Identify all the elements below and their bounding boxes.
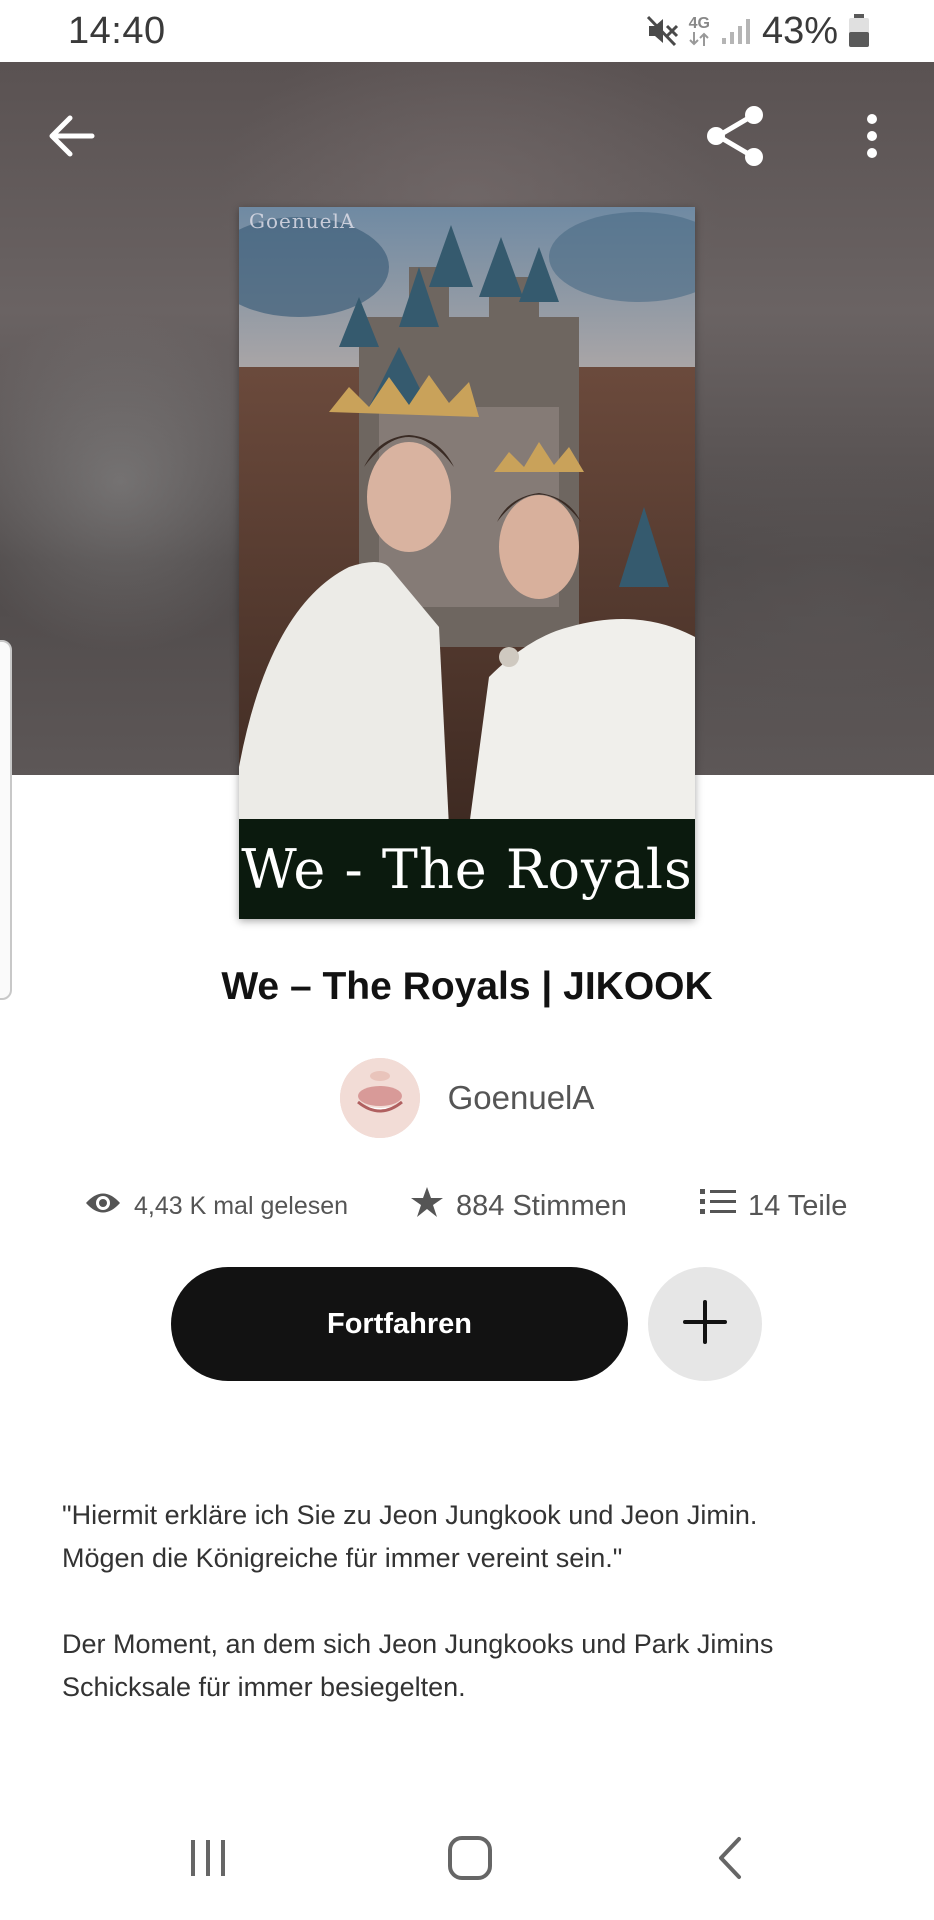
author-name[interactable]: GoenuelA	[448, 1079, 595, 1117]
reads-count: 4,43 K mal gelesen	[134, 1191, 349, 1220]
reads-stat: 4,43 K mal gelesen	[84, 1184, 348, 1228]
mute-icon	[645, 14, 679, 48]
add-to-library-button[interactable]	[648, 1267, 762, 1381]
battery-percentage: 43%	[761, 9, 838, 52]
avatar[interactable]	[339, 1058, 420, 1138]
plus-icon	[683, 1299, 727, 1349]
star-icon	[410, 1186, 444, 1226]
votes-count: 884 Stimmen	[456, 1189, 627, 1222]
battery-icon	[848, 14, 870, 48]
author-row[interactable]: GoenuelA	[0, 1058, 934, 1138]
votes-stat: 884 Stimmen	[410, 1184, 627, 1228]
cover-watermark: GoenuelA	[249, 209, 356, 233]
share-button[interactable]	[700, 102, 772, 174]
description-paragraph: "Hiermit erkläre ich Sie zu Jeon Jungkoo…	[62, 1494, 872, 1580]
list-icon	[700, 1188, 736, 1224]
recent-apps-icon	[187, 1837, 229, 1884]
system-nav-bar	[0, 1800, 934, 1920]
story-title: We – The Royals | JIKOOK	[221, 965, 713, 1008]
description-line: "Hiermit erkläre ich Sie zu Jeon Jungkoo…	[62, 1500, 758, 1530]
back-icon	[715, 1836, 745, 1885]
more-options-button[interactable]	[836, 102, 908, 174]
network-label: 4G	[688, 15, 710, 32]
home-button[interactable]	[420, 1824, 520, 1896]
cover-artwork	[239, 207, 695, 919]
signal-icon	[720, 16, 752, 46]
edge-panel-handle[interactable]	[0, 640, 12, 1000]
more-vertical-icon	[865, 113, 879, 163]
description-line: Mögen die Königreiche für immer vereint …	[62, 1543, 623, 1573]
description-paragraph: Der Moment, an dem sich Jeon Jungkooks u…	[62, 1623, 872, 1709]
description-line: Schicksale für immer besiegelten.	[62, 1672, 466, 1702]
story-cover[interactable]: GoenuelA We - The Royals	[239, 207, 695, 919]
description-line: Der Moment, an dem sich Jeon Jungkooks u…	[62, 1629, 774, 1659]
network-4g-icon: 4G	[689, 16, 710, 46]
share-icon	[704, 104, 768, 173]
status-bar: 14:40 4G 43%	[0, 0, 934, 62]
cover-title: We - The Royals	[241, 837, 693, 901]
home-icon	[447, 1835, 493, 1886]
status-time: 14:40	[68, 10, 166, 52]
stats-row: 4,43 K mal gelesen 884 Stimmen 14 Teile	[0, 1184, 934, 1228]
status-icons: 4G 43%	[645, 10, 870, 52]
system-back-button[interactable]	[680, 1824, 780, 1896]
back-button[interactable]	[36, 102, 108, 174]
recent-apps-button[interactable]	[158, 1824, 258, 1896]
cover-title-band: We - The Royals	[239, 819, 695, 919]
parts-count: 14 Teile	[748, 1189, 848, 1222]
story-description: "Hiermit erkläre ich Sie zu Jeon Jungkoo…	[62, 1494, 872, 1752]
eye-icon	[84, 1190, 122, 1223]
parts-stat: 14 Teile	[700, 1184, 847, 1228]
continue-reading-button[interactable]: Fortfahren	[171, 1267, 628, 1381]
arrow-left-icon	[48, 114, 96, 163]
